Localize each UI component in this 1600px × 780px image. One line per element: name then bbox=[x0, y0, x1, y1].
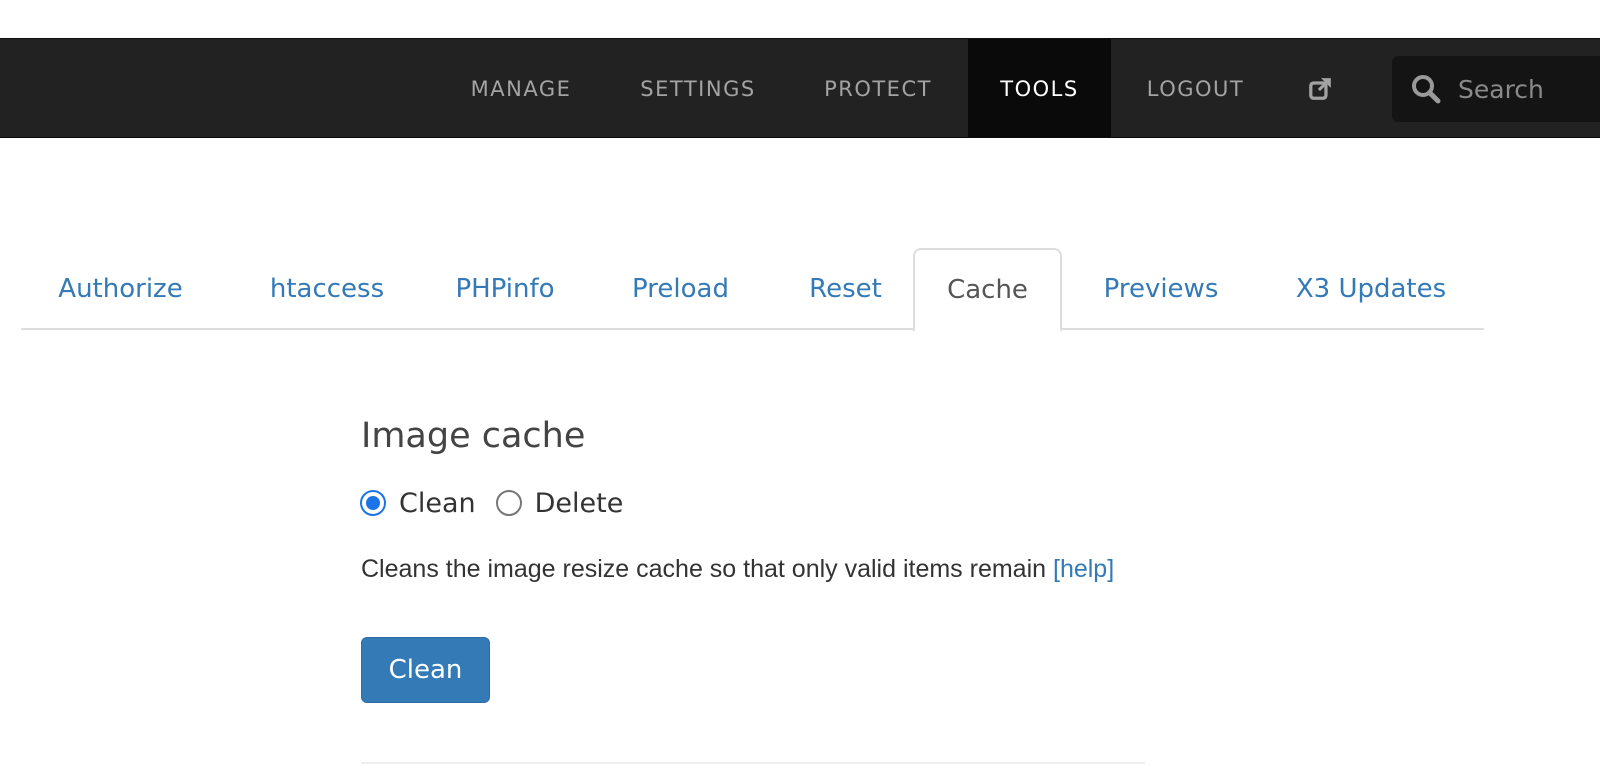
tab-authorize[interactable]: Authorize bbox=[33, 248, 208, 330]
nav-logout[interactable]: LOGOUT bbox=[1118, 39, 1273, 138]
nav-protect[interactable]: PROTECT bbox=[794, 39, 962, 138]
nav-tools[interactable]: TOOLS bbox=[968, 39, 1111, 138]
radio-option-clean[interactable]: Clean bbox=[360, 488, 476, 519]
radio-delete[interactable] bbox=[495, 490, 522, 516]
radio-clean[interactable] bbox=[360, 490, 386, 516]
radio-label-clean: Clean bbox=[399, 487, 476, 519]
cache-description: Cleans the image resize cache so that on… bbox=[361, 555, 1114, 584]
help-link[interactable]: [help] bbox=[1053, 555, 1114, 583]
tab-htaccess[interactable]: htaccess bbox=[243, 248, 411, 330]
tab-reset[interactable]: Reset bbox=[783, 248, 908, 330]
tab-x3-updates[interactable]: X3 Updates bbox=[1271, 248, 1471, 330]
cache-action-radio-group: Clean Delete bbox=[360, 484, 643, 522]
radio-option-delete[interactable]: Delete bbox=[495, 487, 624, 519]
section-title: Image cache bbox=[361, 416, 586, 456]
radio-label-delete: Delete bbox=[534, 487, 624, 519]
external-link-button[interactable] bbox=[1290, 39, 1350, 138]
clean-button[interactable]: Clean bbox=[361, 637, 490, 703]
top-navbar: MANAGE SETTINGS PROTECT TOOLS LOGOUT bbox=[0, 38, 1600, 138]
tab-phpinfo[interactable]: PHPinfo bbox=[429, 248, 581, 330]
nav-settings[interactable]: SETTINGS bbox=[612, 39, 784, 138]
tools-tabs: Authorize htaccess PHPinfo Preload Reset… bbox=[21, 248, 1484, 332]
nav-manage[interactable]: MANAGE bbox=[440, 39, 602, 138]
tab-previews[interactable]: Previews bbox=[1081, 248, 1241, 330]
section-divider bbox=[361, 762, 1145, 764]
search-box bbox=[1392, 56, 1600, 122]
search-icon bbox=[1412, 75, 1441, 104]
external-link-icon bbox=[1309, 77, 1331, 100]
tab-cache[interactable]: Cache bbox=[913, 248, 1062, 332]
description-text: Cleans the image resize cache so that on… bbox=[361, 555, 1047, 583]
search-input[interactable] bbox=[1458, 66, 1600, 112]
tab-preload[interactable]: Preload bbox=[608, 248, 753, 330]
